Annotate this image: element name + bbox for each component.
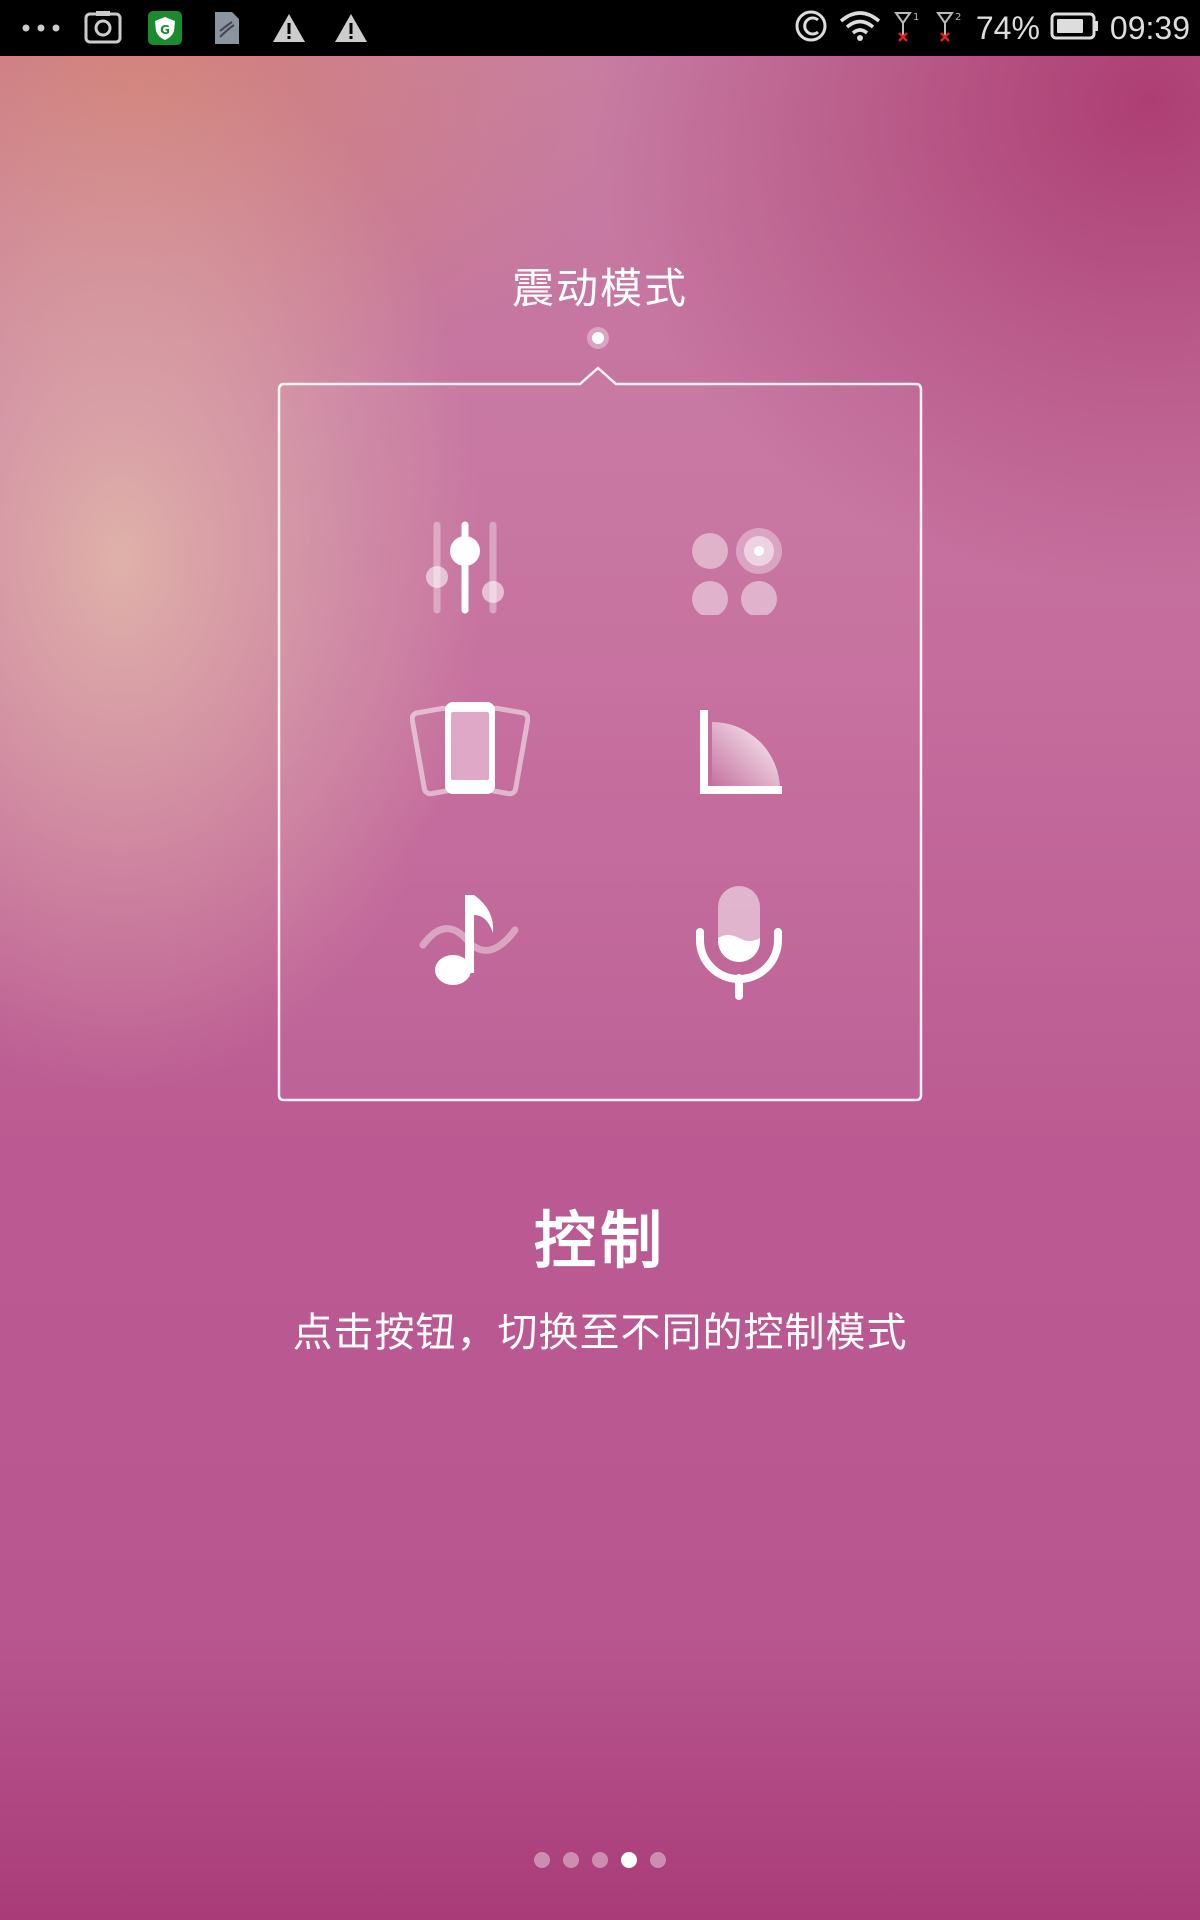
- dots-grid-icon[interactable]: [672, 505, 792, 625]
- page-indicator: [0, 1852, 1200, 1868]
- page-dot-active[interactable]: [621, 1852, 637, 1868]
- page-dot[interactable]: [534, 1852, 550, 1868]
- svg-text:1: 1: [913, 12, 919, 23]
- clock: 09:39: [1109, 9, 1190, 46]
- browser-c-icon: [794, 9, 828, 47]
- signal-1-icon: 1: [892, 9, 924, 47]
- control-panel-frame: [277, 366, 923, 1102]
- music-note-icon[interactable]: [410, 880, 530, 1000]
- warning-icon: [320, 0, 382, 56]
- battery-percentage: 74%: [975, 9, 1040, 46]
- sim-card-icon: [196, 0, 258, 56]
- page-dot[interactable]: [592, 1852, 608, 1868]
- microphone-icon[interactable]: [678, 880, 798, 1000]
- shield-app-icon: G: [134, 0, 196, 56]
- section-description: 点击按钮，切换至不同的控制模式: [292, 1310, 908, 1356]
- mode-label: 震动模式: [511, 264, 688, 313]
- mode-indicator-dot: [587, 327, 609, 349]
- svg-text:2: 2: [955, 12, 961, 23]
- page-dot[interactable]: [650, 1852, 666, 1868]
- more-icon: [10, 0, 72, 56]
- angle-sweep-icon[interactable]: [680, 690, 800, 810]
- screenshot-icon: [72, 0, 134, 56]
- phone-shake-icon[interactable]: [410, 685, 530, 805]
- signal-2-icon: 2: [934, 9, 966, 47]
- wifi-icon: [838, 9, 882, 47]
- svg-text:G: G: [160, 23, 170, 37]
- status-bar: G 1 2 74% 09:39: [0, 0, 1200, 56]
- page-dot[interactable]: [563, 1852, 579, 1868]
- battery-icon: [1050, 11, 1100, 45]
- section-title: 控制: [533, 1204, 666, 1277]
- equalizer-icon[interactable]: [405, 505, 525, 625]
- warning-icon: [258, 0, 320, 56]
